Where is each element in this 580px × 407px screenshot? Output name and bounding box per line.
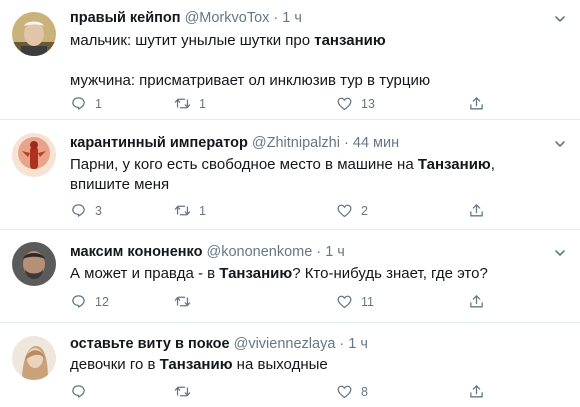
separator-dot: · xyxy=(273,10,279,26)
reply-icon xyxy=(70,383,87,400)
tweet-text-part: Парни, у кого есть свободное место в маш… xyxy=(70,156,418,173)
retweet-button[interactable]: 1 xyxy=(174,95,206,112)
share-icon xyxy=(468,293,485,310)
heart-icon xyxy=(336,383,353,400)
reply-icon xyxy=(70,202,87,219)
tweet-text: мальчик: шутит унылые шутки про танзанию… xyxy=(70,31,550,91)
retweet-button[interactable]: 1 xyxy=(174,202,206,219)
retweet-icon xyxy=(174,95,191,112)
reply-count: 1 xyxy=(95,96,102,111)
retweet-icon xyxy=(174,202,191,219)
display-name[interactable]: оставьте виту в покое xyxy=(70,336,230,352)
display-name[interactable]: карантинный император xyxy=(70,135,248,151)
like-count: 13 xyxy=(361,96,375,111)
tweet-text-part: мальчик: шутит унылые шутки про xyxy=(70,32,315,49)
reply-count: 12 xyxy=(95,294,109,309)
chevron-down-icon[interactable] xyxy=(554,247,566,259)
heart-icon xyxy=(336,202,353,219)
display-name[interactable]: максим кононенко xyxy=(70,244,202,260)
user-handle[interactable]: @viviennezlaya xyxy=(234,336,336,352)
tweet-text-line: мужчина: присматривает ол инклюзив тур в… xyxy=(70,72,431,89)
tweet-actions: 12 11 xyxy=(70,293,540,313)
tweet-actions: 3 1 2 xyxy=(70,202,540,222)
retweet-button[interactable] xyxy=(174,383,199,400)
tweet[interactable]: максим кононенко @kononenkome · 1 ч А мо… xyxy=(0,230,580,323)
tweet-header: максим кононенко @kononenkome · 1 ч xyxy=(70,244,345,260)
reply-button[interactable]: 3 xyxy=(70,202,102,219)
share-icon xyxy=(468,95,485,112)
retweet-icon xyxy=(174,383,191,400)
tweet-text-part: девочки го в xyxy=(70,356,160,373)
highlighted-word: Танзанию xyxy=(159,356,233,373)
reply-icon xyxy=(70,95,87,112)
avatar[interactable] xyxy=(12,242,56,286)
heart-icon xyxy=(336,293,353,310)
tweet-feed: правый кейпоп @MorkvoTox · 1 ч мальчик: … xyxy=(0,0,580,407)
tweet-actions: 1 1 13 xyxy=(70,95,540,115)
tweet-text-part: на выходные xyxy=(232,356,328,373)
avatar[interactable] xyxy=(12,336,56,380)
chevron-down-icon[interactable] xyxy=(554,13,566,25)
tweet-header: правый кейпоп @MorkvoTox · 1 ч xyxy=(70,10,302,26)
share-button[interactable] xyxy=(468,383,485,400)
tweet-actions: 8 xyxy=(70,383,540,403)
reply-icon xyxy=(70,293,87,310)
share-button[interactable] xyxy=(468,202,485,219)
tweet[interactable]: правый кейпоп @MorkvoTox · 1 ч мальчик: … xyxy=(0,0,580,120)
heart-icon xyxy=(336,95,353,112)
like-count: 2 xyxy=(361,203,368,218)
tweet-text: А может и правда - в Танзанию? Кто-нибуд… xyxy=(70,264,550,284)
share-button[interactable] xyxy=(468,293,485,310)
chevron-down-icon[interactable] xyxy=(554,138,566,150)
tweet-text: девочки го в Танзанию на выходные xyxy=(70,355,550,375)
timestamp[interactable]: 1 ч xyxy=(348,336,368,352)
like-button[interactable]: 13 xyxy=(336,95,375,112)
tweet-text-part: ? Кто-нибудь знает, где это? xyxy=(292,265,488,282)
reply-count: 3 xyxy=(95,203,102,218)
share-button[interactable] xyxy=(468,95,485,112)
highlighted-word: танзанию xyxy=(314,32,386,49)
tweet-text: Парни, у кого есть свободное место в маш… xyxy=(70,155,535,195)
share-icon xyxy=(468,202,485,219)
like-button[interactable]: 2 xyxy=(336,202,368,219)
tweet[interactable]: оставьте виту в покое @viviennezlaya · 1… xyxy=(0,323,580,407)
separator-dot: · xyxy=(339,336,345,352)
reply-button[interactable] xyxy=(70,383,95,400)
timestamp[interactable]: 1 ч xyxy=(325,244,345,260)
retweet-button[interactable] xyxy=(174,293,199,310)
like-button[interactable]: 8 xyxy=(336,383,368,400)
avatar[interactable] xyxy=(12,133,56,177)
user-handle[interactable]: @Zhitnipalzhi xyxy=(252,135,340,151)
reply-button[interactable]: 12 xyxy=(70,293,109,310)
display-name[interactable]: правый кейпоп xyxy=(70,10,181,26)
separator-dot: · xyxy=(316,244,322,260)
like-button[interactable]: 11 xyxy=(336,293,374,310)
retweet-count: 1 xyxy=(199,96,206,111)
tweet-header: карантинный император @Zhitnipalzhi · 44… xyxy=(70,135,399,151)
retweet-icon xyxy=(174,293,191,310)
avatar[interactable] xyxy=(12,12,56,56)
timestamp[interactable]: 44 мин xyxy=(353,135,399,151)
like-count: 8 xyxy=(361,384,368,399)
tweet-text-part: А может и правда - в xyxy=(70,265,220,282)
like-count: 11 xyxy=(361,294,374,309)
highlighted-word: Танзанию xyxy=(417,156,491,173)
share-icon xyxy=(468,383,485,400)
tweet-header: оставьте виту в покое @viviennezlaya · 1… xyxy=(70,336,368,352)
user-handle[interactable]: @MorkvoTox xyxy=(185,10,270,26)
timestamp[interactable]: 1 ч xyxy=(282,10,302,26)
separator-dot: · xyxy=(344,135,349,151)
highlighted-word: Танзанию xyxy=(219,265,293,282)
retweet-count: 1 xyxy=(199,203,206,218)
reply-button[interactable]: 1 xyxy=(70,95,102,112)
tweet[interactable]: карантинный император @Zhitnipalzhi · 44… xyxy=(0,120,580,230)
user-handle[interactable]: @kononenkome xyxy=(206,244,312,260)
